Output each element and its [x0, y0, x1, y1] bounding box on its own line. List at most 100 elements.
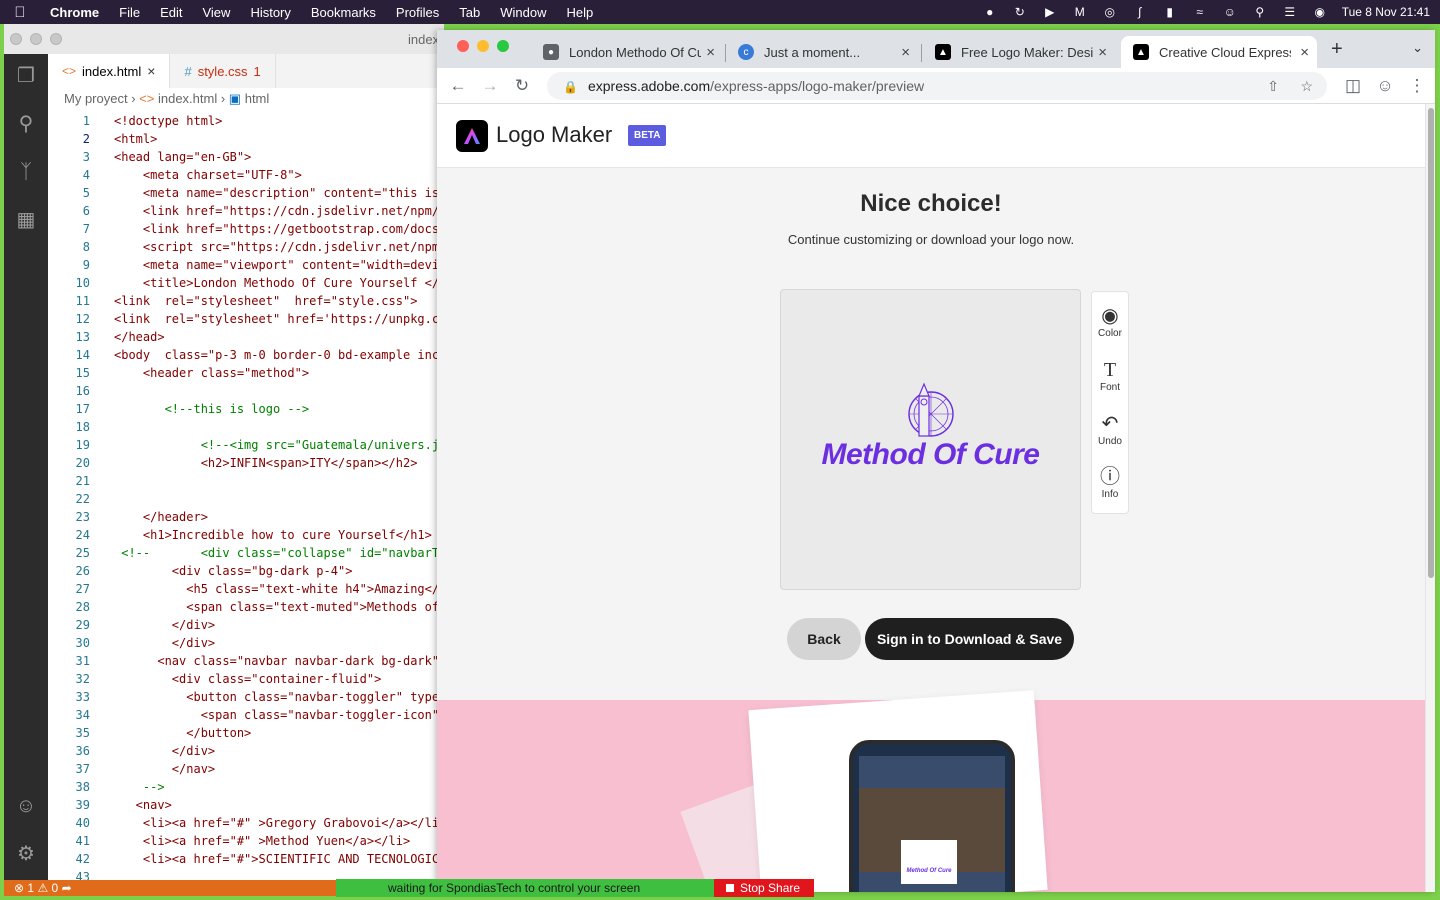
code-line[interactable]: </head>	[114, 330, 165, 344]
stop-share-button[interactable]: Stop Share	[714, 879, 814, 897]
accounts-icon[interactable]: ☺	[12, 792, 40, 820]
page-scrollbar[interactable]	[1425, 104, 1435, 892]
back-arrow-icon[interactable]: ←	[446, 74, 470, 98]
undo-tool[interactable]: ↶ Undo	[1092, 412, 1128, 447]
new-tab-icon[interactable]: +	[1331, 38, 1343, 61]
settings-gear-icon[interactable]: ⚙	[12, 840, 40, 868]
wifi-icon[interactable]: ≈	[1192, 5, 1208, 19]
spotlight-search-icon[interactable]: ⚲	[1252, 5, 1268, 19]
menu-tab[interactable]: Tab	[449, 5, 490, 20]
breadcrumb-file[interactable]: index.html	[158, 91, 217, 106]
code-line[interactable]: <head lang="en-GB">	[114, 150, 251, 164]
code-line[interactable]: <div class="bg-dark p-4">	[114, 564, 353, 578]
info-tool[interactable]: ⓘ Info	[1092, 465, 1128, 500]
menu-window[interactable]: Window	[490, 5, 556, 20]
breadcrumb-element[interactable]: html	[245, 91, 270, 106]
code-line[interactable]: <!--<img src="Guatemala/univers.j	[114, 438, 439, 452]
menu-help[interactable]: Help	[557, 5, 604, 20]
code-line[interactable]: <span class="text-muted">Methods of	[114, 600, 439, 614]
close-tab-icon[interactable]: ×	[1300, 44, 1309, 61]
error-count[interactable]: 1	[27, 881, 34, 895]
code-line[interactable]: <h1>Incredible how to cure Yourself</h1>	[114, 528, 432, 542]
code-editor[interactable]: 1 <!doctype html> 2 <html> 3 <head lang="en-G…	[48, 110, 440, 880]
code-line[interactable]: <div class="container-fluid">	[114, 672, 382, 686]
address-bar[interactable]: 🔒 express.adobe.com/express-apps/logo-mak…	[547, 72, 1327, 100]
scrollbar-thumb[interactable]	[1428, 108, 1434, 578]
browser-tab[interactable]: c Just a moment... ×	[726, 36, 918, 68]
code-line[interactable]: <meta charset="UTF-8">	[114, 168, 302, 182]
search-icon[interactable]: ⚲	[12, 110, 40, 138]
breadcrumb-folder[interactable]: My proyect	[64, 91, 128, 106]
code-line[interactable]: <nav>	[114, 798, 172, 812]
code-line[interactable]: <h2>INFIN<span>ITY</span></h2>	[114, 456, 418, 470]
control-center-icon[interactable]: ☰	[1282, 5, 1298, 19]
code-line[interactable]: <body class="p-3 m-0 border-0 bd-example…	[114, 348, 439, 362]
battery-icon[interactable]: ▮	[1162, 5, 1178, 19]
close-tab-icon[interactable]: ×	[1098, 44, 1107, 61]
sync-icon[interactable]: ↻	[1012, 5, 1028, 19]
code-line[interactable]: <h5 class="text-white h4">Amazing</	[114, 582, 439, 596]
apple-menu-icon[interactable]: 	[0, 4, 40, 21]
reload-icon[interactable]: ↻	[510, 74, 534, 98]
code-line[interactable]: </div>	[114, 744, 215, 758]
siri-icon[interactable]: ◉	[1312, 5, 1328, 19]
code-line[interactable]: <link href="https://cdn.jsdelivr.net/npm…	[114, 204, 439, 218]
menu-view[interactable]: View	[192, 5, 240, 20]
code-line[interactable]: <button class="navbar-toggler" type	[114, 690, 439, 704]
menu-file[interactable]: File	[109, 5, 150, 20]
code-line[interactable]: <!--this is logo -->	[114, 402, 310, 416]
side-panel-icon[interactable]: ◫	[1341, 74, 1365, 98]
share-icon[interactable]: ⇧	[1267, 72, 1279, 100]
code-line[interactable]: <nav class="navbar navbar-dark bg-dark"	[114, 654, 439, 668]
chrome-close-icon[interactable]	[457, 40, 469, 52]
vscode-zoom-icon[interactable]	[50, 33, 62, 45]
back-button[interactable]: Back	[787, 618, 861, 660]
close-tab-icon[interactable]: ×	[147, 63, 155, 79]
browser-tab-active[interactable]: ▲ Creative Cloud Express ×	[1121, 36, 1317, 68]
menu-extra-icon[interactable]: ●	[982, 5, 998, 19]
font-tool[interactable]: T Font	[1092, 358, 1128, 393]
sign-in-download-button[interactable]: Sign in to Download & Save	[865, 618, 1074, 660]
browser-tab[interactable]: ● London Methodo Of Cu ×	[531, 36, 723, 68]
code-line[interactable]: <header class="method">	[114, 366, 309, 380]
code-line[interactable]: <meta name="description" content="this i…	[114, 186, 439, 200]
warning-icon[interactable]: ⚠	[37, 881, 48, 895]
chrome-minimize-icon[interactable]	[477, 40, 489, 52]
vscode-minimize-icon[interactable]	[30, 33, 42, 45]
code-line[interactable]: <meta name="viewport" content="width=dev…	[114, 258, 439, 272]
code-line[interactable]: <link rel="stylesheet" href='https://unp…	[114, 312, 439, 326]
profile-avatar-icon[interactable]: ☺	[1373, 74, 1397, 98]
code-line[interactable]: </nav>	[114, 762, 215, 776]
code-line[interactable]: <html>	[114, 132, 157, 146]
explorer-icon[interactable]: ❐	[12, 62, 40, 90]
browser-tab[interactable]: ▲ Free Logo Maker: Desig ×	[923, 36, 1115, 68]
code-line[interactable]: </div>	[114, 636, 215, 650]
live-share-icon[interactable]: ➦	[62, 881, 72, 895]
code-line[interactable]: </header>	[114, 510, 208, 524]
chrome-menu-icon[interactable]: ⋮	[1405, 74, 1429, 98]
user-icon[interactable]: ☺	[1222, 5, 1238, 19]
adobe-express-logo-icon[interactable]	[456, 120, 488, 152]
source-control-icon[interactable]: ᛉ	[12, 158, 40, 186]
tab-index-html[interactable]: <> index.html ×	[48, 54, 171, 88]
bookmark-star-icon[interactable]: ☆	[1300, 72, 1313, 100]
error-icon[interactable]: ⊗	[14, 881, 24, 895]
code-line[interactable]: </div>	[114, 618, 215, 632]
forward-arrow-icon[interactable]: →	[478, 74, 502, 98]
extensions-icon[interactable]: ▦	[12, 206, 40, 234]
code-line[interactable]: -->	[114, 780, 165, 794]
color-tool[interactable]: ◉ Color	[1092, 304, 1128, 339]
code-line[interactable]: <title>London Methodo Of Cure Yourself <…	[114, 276, 439, 290]
warning-count[interactable]: 0	[52, 881, 59, 895]
malwarebytes-icon[interactable]: M	[1072, 5, 1088, 19]
bluetooth-icon[interactable]: ∫	[1132, 5, 1148, 19]
menu-bookmarks[interactable]: Bookmarks	[301, 5, 386, 20]
airdrop-icon[interactable]: ◎	[1102, 5, 1118, 19]
menu-app-name[interactable]: Chrome	[40, 5, 109, 20]
lock-icon[interactable]: 🔒	[563, 80, 578, 94]
code-line[interactable]: </button>	[114, 726, 251, 740]
tab-style-css[interactable]: # style.css 1	[170, 54, 276, 88]
menu-profiles[interactable]: Profiles	[386, 5, 449, 20]
close-tab-icon[interactable]: ×	[901, 44, 910, 61]
code-line[interactable]: <link href="https://getbootstrap.com/doc…	[114, 222, 439, 236]
